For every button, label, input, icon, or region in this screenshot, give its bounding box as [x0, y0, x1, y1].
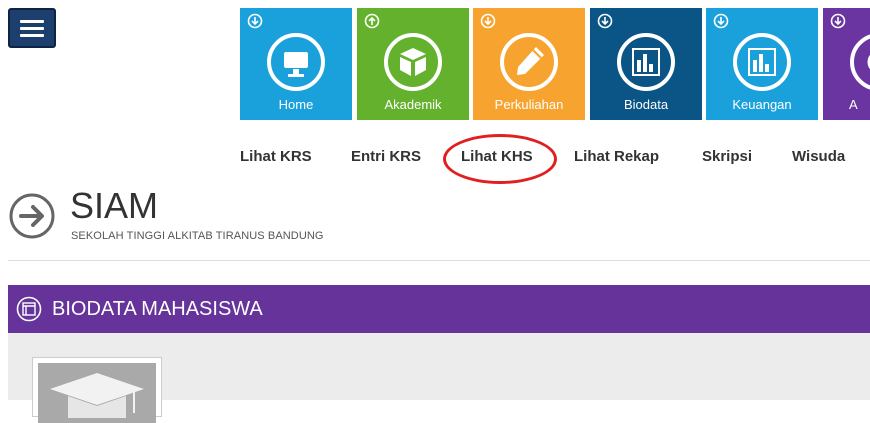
page-subtitle: SEKOLAH TINGGI ALKITAB TIRANUS BANDUNG — [71, 230, 324, 242]
box-icon — [384, 33, 442, 91]
profile-photo — [32, 357, 162, 423]
tile-label: Keuangan — [732, 97, 792, 112]
menu-bar — [20, 27, 44, 30]
arrow-right-circle-icon — [9, 193, 55, 239]
down-arrow-icon — [480, 13, 496, 29]
tile-partial[interactable]: A — [823, 8, 870, 120]
hamburger-menu-button[interactable] — [8, 8, 56, 48]
tile-label: Home — [278, 97, 314, 112]
panel-icon — [16, 296, 42, 322]
menu-bar — [20, 20, 44, 23]
tile-label: Perkuliahan — [494, 97, 564, 112]
tile-label: Akademik — [384, 97, 442, 112]
nav-skripsi[interactable]: Skripsi — [702, 148, 752, 165]
nav-entri-krs[interactable]: Entri KRS — [351, 148, 421, 165]
tile-keuangan[interactable]: Keuangan — [706, 8, 818, 120]
tile-biodata[interactable]: Biodata — [590, 8, 702, 120]
nav-lihat-krs[interactable]: Lihat KRS — [240, 148, 312, 165]
tile-label: Biodata — [623, 97, 669, 112]
panel-header: BIODATA MAHASISWA — [8, 285, 870, 333]
gear-icon — [850, 34, 870, 90]
bar-chart-icon — [733, 33, 791, 91]
page-title: SIAM — [70, 185, 159, 226]
down-arrow-icon — [597, 13, 613, 29]
tile-akademik[interactable]: Akademik — [357, 8, 469, 120]
nav-lihat-rekap[interactable]: Lihat Rekap — [574, 148, 659, 165]
tile-home[interactable]: Home — [240, 8, 352, 120]
panel-title: BIODATA MAHASISWA — [52, 298, 263, 320]
down-arrow-icon — [713, 13, 729, 29]
down-arrow-icon — [830, 13, 846, 29]
tile-label: A — [849, 97, 858, 112]
pen-icon — [500, 33, 558, 91]
highlight-circle — [443, 134, 557, 184]
tile-perkuliahan[interactable]: Perkuliahan — [473, 8, 585, 120]
bar-chart-icon — [617, 33, 675, 91]
nav-wisuda[interactable]: Wisuda — [792, 148, 845, 165]
up-arrow-icon — [364, 13, 380, 29]
monitor-icon — [267, 33, 325, 91]
menu-bar — [20, 34, 44, 37]
graduation-cap-icon — [50, 373, 144, 418]
divider — [8, 260, 870, 261]
down-arrow-icon — [247, 13, 263, 29]
